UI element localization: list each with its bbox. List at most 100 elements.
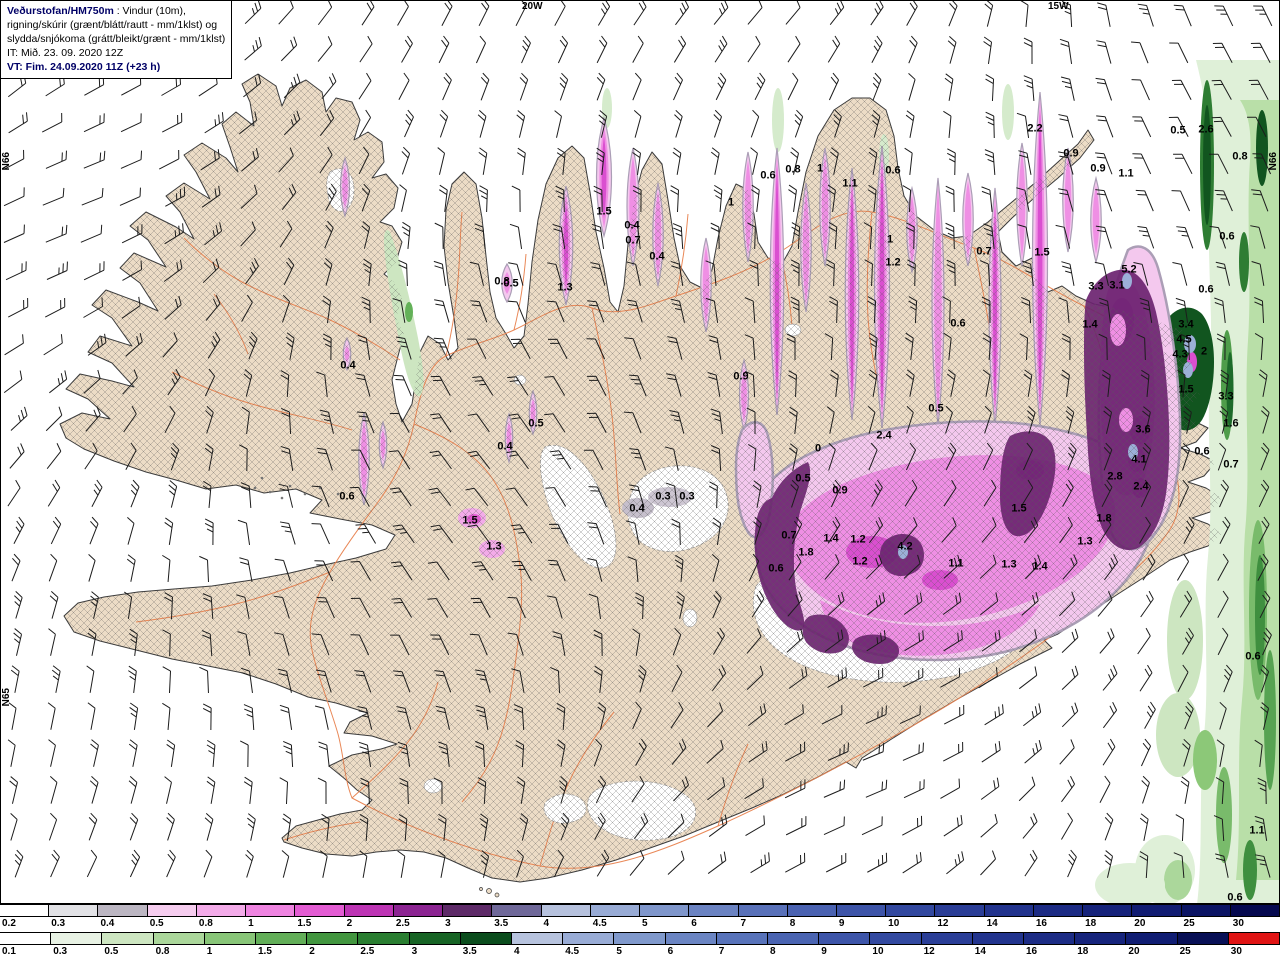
legend-tick-label: 18 (1077, 946, 1089, 957)
model-name: Veðurstofan/HM750m (7, 5, 114, 17)
legend-cell (49, 905, 99, 916)
latitude-label-n66-left: N66 (1, 152, 12, 171)
legend-cell (836, 905, 887, 916)
legend-tick-label: 1.5 (297, 918, 312, 929)
legend-cell (972, 933, 1025, 944)
rain-patch (1193, 730, 1217, 790)
legend-tick-label: 2 (346, 918, 353, 929)
legend-tick-label: 10 (888, 918, 900, 929)
legend-tick-label: 16 (1026, 946, 1038, 957)
legend-tick-label: 4 (543, 918, 550, 929)
legend-cell (921, 933, 973, 944)
rain-patch (1167, 580, 1203, 700)
legend-cell (0, 905, 50, 916)
legend-cell (870, 933, 922, 944)
legend-cell (716, 933, 769, 944)
legend-tick-label: 4.5 (592, 918, 607, 929)
rain-patch (1002, 84, 1014, 140)
legend-description-snow: slydda/snjókoma (grátt/bleikt/grænt - mm… (7, 33, 226, 46)
rain-patch (1226, 352, 1234, 428)
legend-tick-label: 5 (616, 946, 622, 957)
map-canvas (0, 0, 1280, 904)
legend-cell (1024, 933, 1076, 944)
legend-tick-label: 0.3 (53, 946, 68, 957)
legend-cell (196, 905, 247, 916)
legend-tick-label: 6 (691, 918, 697, 929)
legend-tick-label: 8 (789, 918, 796, 929)
legend-cell (51, 933, 103, 944)
legend-cell (358, 933, 410, 944)
legend-tick-label: 2 (309, 946, 315, 957)
legend-cell (153, 933, 205, 944)
legend-cell (541, 905, 591, 916)
legend-tick-label: 12 (923, 946, 935, 957)
legend-bar (0, 904, 1280, 917)
legend-tick-label: 18 (1085, 918, 1097, 929)
legend-tick-label: 16 (1035, 918, 1047, 929)
legend-cell (443, 905, 493, 916)
legend-tick-label: 20 (1134, 918, 1146, 929)
legend-cell (204, 933, 257, 944)
legend-cell (102, 933, 154, 944)
longitude-label-15w: 15W (1048, 1, 1069, 12)
legend-cell (1181, 905, 1231, 916)
legend-tick-label: 4.5 (565, 946, 580, 957)
legend-cell (295, 905, 345, 916)
legend-tick-label: 10 (872, 946, 884, 957)
legend-cell (409, 933, 461, 944)
legend-tick-label: 12 (937, 918, 949, 929)
legend-sleet-snow-scale: 0.2 0.3 0.4 0.5 0.8 1 1.5 2 2.5 3 3.5 4 4.5 5 6 7 8 9 10 12… (0, 904, 1280, 932)
legend-cell (0, 933, 52, 944)
rain-patch (1203, 105, 1211, 225)
init-time: IT: Mið. 23. 09. 2020 12Z (7, 47, 124, 60)
legend-tick-label: 9 (821, 946, 827, 957)
legend-rain-scale: 0.1 0.3 0.5 0.8 1 1.5 2 2.5 3 3.5 4 4.5 5 6 7 8 9 10 12 14 1… (0, 932, 1280, 960)
legend-tick-label: 0.8 (155, 946, 170, 957)
legend-cell (492, 905, 542, 916)
legend-cell (460, 933, 513, 944)
legend-tick-label: 30 (1232, 918, 1244, 929)
legend-tick-label: 0.3 (51, 918, 66, 929)
valid-time: VT: Fim. 24.09.2020 11Z (+23 h) (7, 61, 161, 74)
legend-cell (1075, 933, 1127, 944)
legend-cell (614, 933, 666, 944)
legend-tick-label: 2.5 (395, 918, 410, 929)
legend-tick-label: 5 (642, 918, 648, 929)
legend-cell (689, 905, 739, 916)
rain-patch (772, 88, 784, 152)
legend-cell (344, 905, 394, 916)
legend-tick-label: 30 (1230, 946, 1242, 957)
legend-cell (1228, 933, 1280, 944)
island (479, 887, 483, 891)
rain-patch (405, 302, 413, 322)
legend-tick-label: 25 (1179, 946, 1191, 957)
legend-cell (935, 905, 985, 916)
legend-cell (563, 933, 615, 944)
rain-patch (1216, 767, 1232, 863)
latitude-label-n65-left: N65 (1, 688, 12, 707)
legend-cell (393, 905, 444, 916)
legend-cell (512, 933, 564, 944)
legend-tick-label: 4 (514, 946, 520, 957)
legend-cell (98, 905, 148, 916)
legend-cell (787, 905, 837, 916)
legend-cell (665, 933, 717, 944)
legend-cell (640, 905, 690, 916)
legend-tick-label: 3 (445, 918, 451, 929)
legend-tick-label: 8 (770, 946, 776, 957)
skerry (280, 496, 284, 500)
legend-tick-label: 2.5 (360, 946, 375, 957)
legend-cell (984, 905, 1034, 916)
legend-cell (1083, 905, 1133, 916)
legend-tick-label: 1 (248, 918, 254, 929)
title-line-1: Veðurstofan/HM750m : Vindur (10m), (7, 4, 225, 18)
legend-tick-label: 7 (718, 946, 725, 957)
legend-cell (1033, 905, 1084, 916)
legend-tick-label: 0.8 (198, 918, 213, 929)
legend-cell (246, 905, 296, 916)
legend-cell (886, 905, 936, 916)
snow-intense-blue-spot (1122, 273, 1132, 289)
weather-map-page: 1.5 0.4 0.7 0.4 1.3 0.5 0.8 1 0.6 0.8 1 1.1 0.6 1 1.2 0… (0, 0, 1280, 960)
legend-tick-label: 25 (1183, 918, 1195, 929)
legend-tick-label: 0.2 (2, 918, 16, 929)
